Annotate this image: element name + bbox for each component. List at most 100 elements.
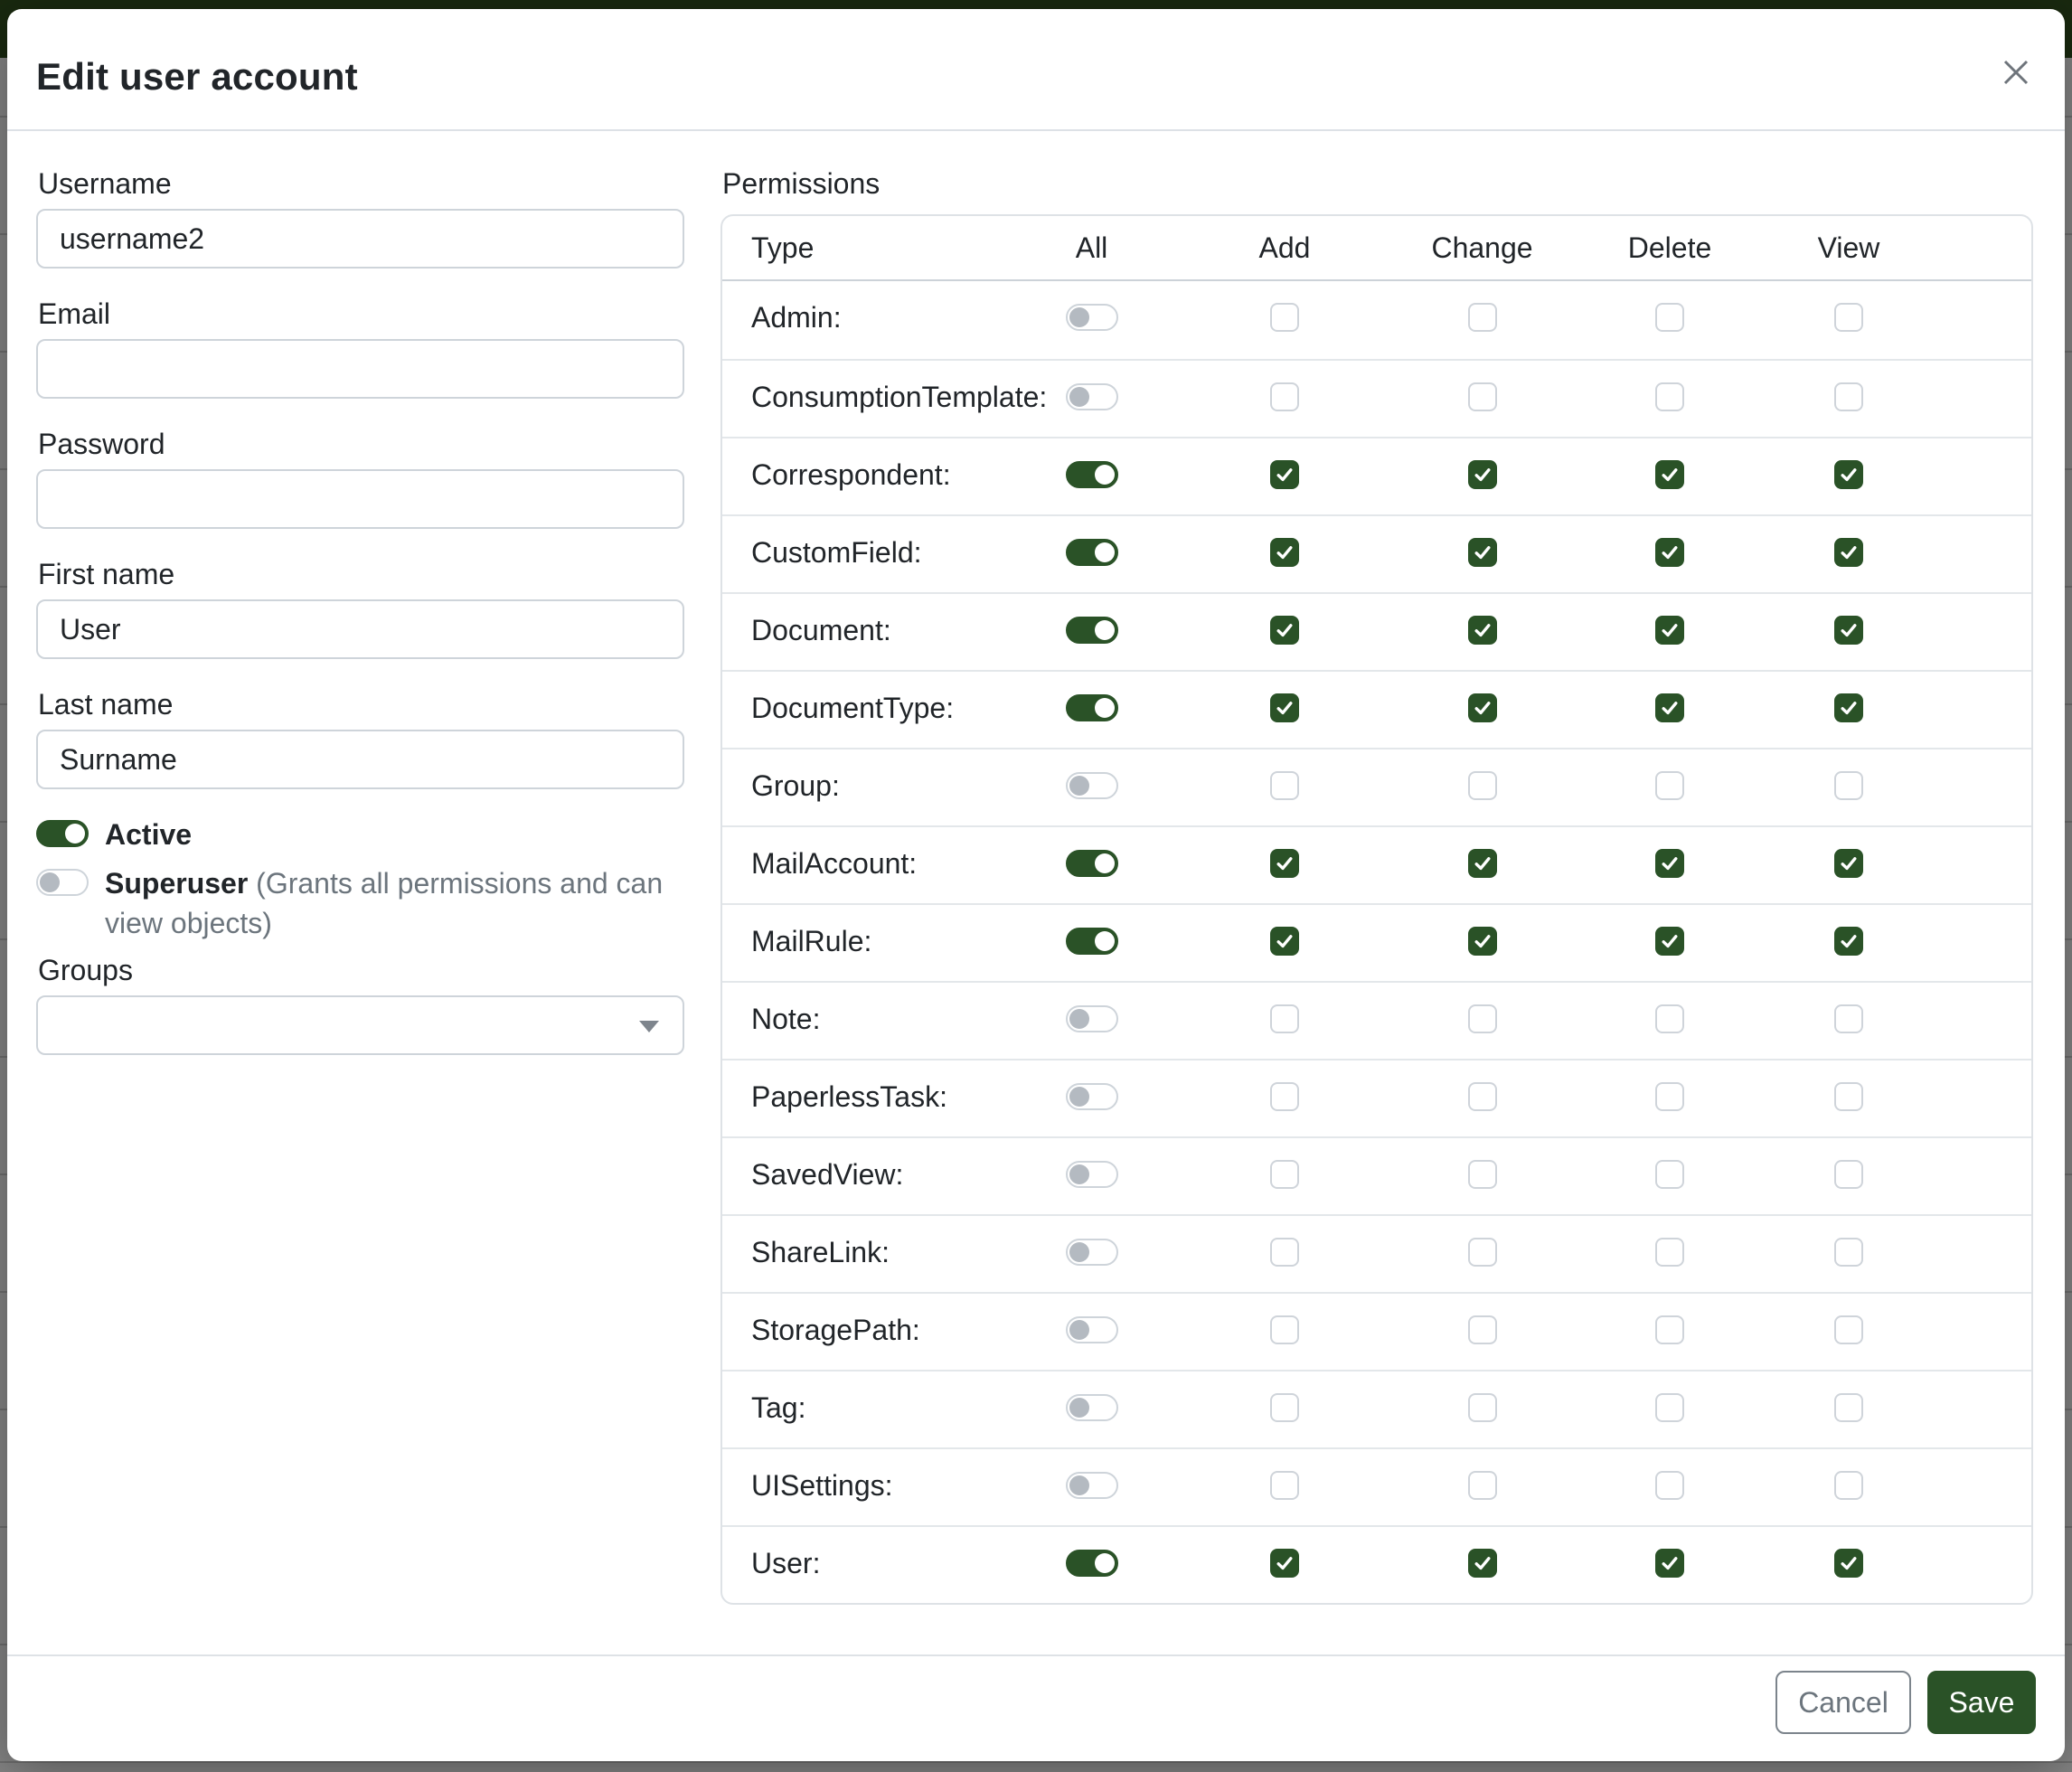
- email-input[interactable]: [36, 339, 684, 399]
- delete-checkbox[interactable]: [1655, 849, 1684, 878]
- delete-checkbox[interactable]: [1655, 538, 1684, 567]
- change-checkbox[interactable]: [1468, 1082, 1497, 1111]
- save-button[interactable]: Save: [1927, 1671, 2036, 1734]
- delete-checkbox[interactable]: [1655, 303, 1684, 332]
- view-checkbox[interactable]: [1834, 460, 1863, 489]
- view-checkbox[interactable]: [1834, 1160, 1863, 1189]
- change-checkbox[interactable]: [1468, 927, 1497, 956]
- view-checkbox[interactable]: [1834, 1238, 1863, 1267]
- view-checkbox[interactable]: [1834, 693, 1863, 722]
- all-toggle[interactable]: [1066, 1394, 1118, 1421]
- all-toggle[interactable]: [1066, 850, 1118, 877]
- change-checkbox[interactable]: [1468, 1549, 1497, 1578]
- change-checkbox[interactable]: [1468, 616, 1497, 645]
- view-checkbox[interactable]: [1834, 303, 1863, 332]
- change-checkbox[interactable]: [1468, 771, 1497, 800]
- view-checkbox[interactable]: [1834, 927, 1863, 956]
- all-toggle[interactable]: [1066, 617, 1118, 644]
- all-toggle[interactable]: [1066, 1550, 1118, 1577]
- add-checkbox[interactable]: [1270, 1393, 1299, 1422]
- check-icon: [1840, 621, 1858, 639]
- add-checkbox[interactable]: [1270, 927, 1299, 956]
- add-checkbox[interactable]: [1270, 849, 1299, 878]
- change-checkbox[interactable]: [1468, 849, 1497, 878]
- close-button[interactable]: [1991, 47, 2041, 98]
- delete-checkbox[interactable]: [1655, 1160, 1684, 1189]
- add-checkbox[interactable]: [1270, 1082, 1299, 1111]
- view-checkbox[interactable]: [1834, 1082, 1863, 1111]
- add-checkbox[interactable]: [1270, 616, 1299, 645]
- all-toggle[interactable]: [1066, 1472, 1118, 1499]
- change-checkbox[interactable]: [1468, 1238, 1497, 1267]
- change-checkbox[interactable]: [1468, 1004, 1497, 1033]
- all-toggle[interactable]: [1066, 1316, 1118, 1343]
- change-checkbox[interactable]: [1468, 1471, 1497, 1500]
- all-toggle[interactable]: [1066, 383, 1118, 410]
- add-checkbox[interactable]: [1270, 1238, 1299, 1267]
- add-checkbox[interactable]: [1270, 303, 1299, 332]
- delete-checkbox[interactable]: [1655, 460, 1684, 489]
- all-toggle[interactable]: [1066, 304, 1118, 331]
- view-cell: [1759, 379, 1938, 437]
- all-toggle[interactable]: [1066, 928, 1118, 955]
- view-checkbox[interactable]: [1834, 616, 1863, 645]
- all-toggle[interactable]: [1066, 1239, 1118, 1266]
- username-input[interactable]: [36, 209, 684, 269]
- add-checkbox[interactable]: [1270, 1160, 1299, 1189]
- first-name-input[interactable]: [36, 599, 684, 659]
- delete-checkbox[interactable]: [1655, 382, 1684, 411]
- check-icon: [1276, 621, 1294, 639]
- view-checkbox[interactable]: [1834, 1471, 1863, 1500]
- cancel-button[interactable]: Cancel: [1775, 1671, 1911, 1734]
- view-checkbox[interactable]: [1834, 538, 1863, 567]
- delete-checkbox[interactable]: [1655, 616, 1684, 645]
- change-checkbox[interactable]: [1468, 1315, 1497, 1344]
- delete-checkbox[interactable]: [1655, 771, 1684, 800]
- view-checkbox[interactable]: [1834, 1315, 1863, 1344]
- change-checkbox[interactable]: [1468, 693, 1497, 722]
- add-checkbox[interactable]: [1270, 771, 1299, 800]
- delete-checkbox[interactable]: [1655, 1471, 1684, 1500]
- superuser-toggle[interactable]: [36, 869, 89, 896]
- add-checkbox[interactable]: [1270, 1549, 1299, 1578]
- add-checkbox[interactable]: [1270, 1004, 1299, 1033]
- permission-row: DocumentType:: [722, 670, 2031, 748]
- delete-checkbox[interactable]: [1655, 1238, 1684, 1267]
- change-checkbox[interactable]: [1468, 1160, 1497, 1189]
- delete-checkbox[interactable]: [1655, 927, 1684, 956]
- view-checkbox[interactable]: [1834, 849, 1863, 878]
- change-checkbox[interactable]: [1468, 538, 1497, 567]
- view-checkbox[interactable]: [1834, 1549, 1863, 1578]
- all-toggle[interactable]: [1066, 694, 1118, 721]
- last-name-input[interactable]: [36, 730, 684, 789]
- change-checkbox[interactable]: [1468, 303, 1497, 332]
- all-toggle[interactable]: [1066, 1083, 1118, 1110]
- add-checkbox[interactable]: [1270, 1315, 1299, 1344]
- delete-checkbox[interactable]: [1655, 1393, 1684, 1422]
- view-checkbox[interactable]: [1834, 382, 1863, 411]
- add-checkbox[interactable]: [1270, 693, 1299, 722]
- delete-checkbox[interactable]: [1655, 1082, 1684, 1111]
- all-toggle[interactable]: [1066, 772, 1118, 799]
- delete-checkbox[interactable]: [1655, 1549, 1684, 1578]
- delete-checkbox[interactable]: [1655, 1315, 1684, 1344]
- groups-select[interactable]: [36, 995, 684, 1055]
- all-toggle[interactable]: [1066, 1161, 1118, 1188]
- view-checkbox[interactable]: [1834, 1393, 1863, 1422]
- password-input[interactable]: [36, 469, 684, 529]
- all-toggle[interactable]: [1066, 1005, 1118, 1032]
- add-checkbox[interactable]: [1270, 460, 1299, 489]
- add-checkbox[interactable]: [1270, 538, 1299, 567]
- view-checkbox[interactable]: [1834, 771, 1863, 800]
- all-toggle[interactable]: [1066, 539, 1118, 566]
- view-checkbox[interactable]: [1834, 1004, 1863, 1033]
- delete-checkbox[interactable]: [1655, 1004, 1684, 1033]
- change-checkbox[interactable]: [1468, 1393, 1497, 1422]
- all-toggle[interactable]: [1066, 461, 1118, 488]
- change-checkbox[interactable]: [1468, 382, 1497, 411]
- delete-checkbox[interactable]: [1655, 693, 1684, 722]
- active-toggle[interactable]: [36, 820, 89, 847]
- add-checkbox[interactable]: [1270, 382, 1299, 411]
- add-checkbox[interactable]: [1270, 1471, 1299, 1500]
- change-checkbox[interactable]: [1468, 460, 1497, 489]
